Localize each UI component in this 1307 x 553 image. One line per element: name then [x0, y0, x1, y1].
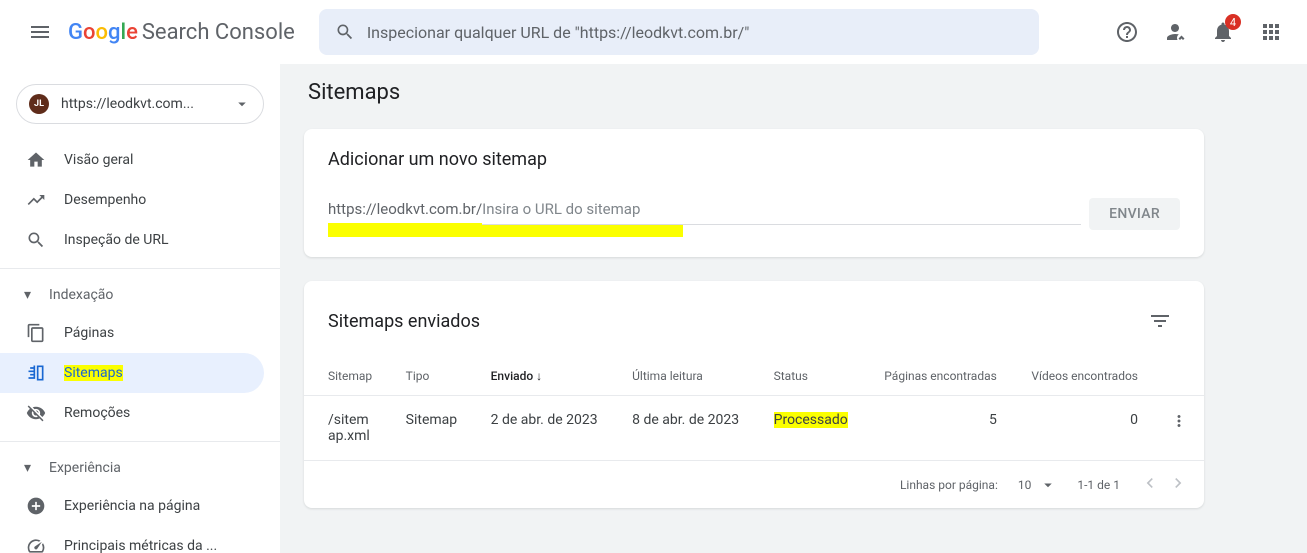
- sort-down-icon: ↓: [536, 369, 542, 383]
- page-range: 1-1 de 1: [1077, 478, 1120, 492]
- cell-videos: 0: [1013, 396, 1154, 461]
- nav-label: Desempenho: [64, 192, 146, 208]
- sidebar: JL https://leodkvt.com... Visão geral De…: [0, 64, 280, 553]
- add-sitemap-card: Adicionar um novo sitemap https://leodkv…: [304, 129, 1204, 257]
- hamburger-icon: [28, 20, 52, 44]
- nav-label: Principais métricas da ...: [64, 538, 217, 553]
- apps-grid-icon: [1259, 20, 1283, 44]
- nav-label: Inspeção de URL: [64, 232, 169, 248]
- divider: [0, 441, 280, 442]
- highlight-marker: [328, 223, 683, 237]
- chevron-right-icon: [1168, 473, 1188, 493]
- cell-status: Processado: [758, 396, 866, 461]
- col-sent-label: Enviado: [491, 369, 534, 383]
- submit-sitemap-button[interactable]: ENVIAR: [1089, 198, 1180, 230]
- divider: [0, 268, 280, 269]
- nav-url-inspection[interactable]: Inspeção de URL: [0, 220, 264, 260]
- nav-label: Visão geral: [64, 152, 133, 168]
- cell-type: Sitemap: [390, 396, 475, 461]
- section-experience[interactable]: ▾ Experiência: [0, 450, 280, 486]
- table-row[interactable]: /sitemap.xml Sitemap 2 de abr. de 2023 8…: [304, 396, 1204, 461]
- chevron-left-icon: [1140, 473, 1160, 493]
- product-name: Search Console: [142, 20, 295, 45]
- logo: Google Search Console: [68, 20, 295, 45]
- rows-value: 10: [1018, 478, 1032, 492]
- search-input[interactable]: [367, 23, 1023, 42]
- cell-last-read: 8 de abr. de 2023: [616, 396, 757, 461]
- more-vert-icon: [1170, 412, 1188, 430]
- chevron-down-icon: ▾: [24, 287, 31, 303]
- notifications-button[interactable]: 4: [1203, 12, 1243, 52]
- section-label: Experiência: [49, 460, 121, 476]
- col-sitemap[interactable]: Sitemap: [304, 357, 390, 396]
- help-icon: [1115, 20, 1139, 44]
- speed-icon: [26, 536, 46, 553]
- nav-label: Remoções: [64, 405, 130, 421]
- section-indexing[interactable]: ▾ Indexação: [0, 277, 280, 313]
- table-header-row: Sitemap Tipo Enviado ↓ Última leitura St…: [304, 357, 1204, 396]
- nav-label: Páginas: [64, 325, 114, 341]
- filter-button[interactable]: [1140, 301, 1180, 341]
- section-label: Indexação: [49, 287, 113, 303]
- chevron-down-icon: ▾: [24, 460, 31, 476]
- col-pages[interactable]: Páginas encontradas: [866, 357, 1013, 396]
- nav-pages[interactable]: Páginas: [0, 313, 264, 353]
- user-settings-icon: [1163, 20, 1187, 44]
- dropdown-triangle-icon: [1039, 476, 1057, 494]
- apps-button[interactable]: [1251, 12, 1291, 52]
- url-inspect-search[interactable]: [319, 9, 1039, 55]
- property-label: https://leodkvt.com...: [61, 96, 233, 112]
- rows-per-page-label: Linhas por página:: [900, 478, 998, 492]
- menu-button[interactable]: [16, 8, 64, 56]
- pages-icon: [26, 323, 46, 343]
- nav-sitemaps[interactable]: Sitemaps: [0, 353, 264, 393]
- nav-label: Experiência na página: [64, 498, 200, 514]
- url-prefix: https://leodkvt.com.br/: [328, 198, 482, 218]
- trend-icon: [26, 190, 46, 210]
- page-title: Sitemaps: [304, 80, 1283, 105]
- col-videos[interactable]: Vídeos encontrados: [1013, 357, 1154, 396]
- nav-removals[interactable]: Remoções: [0, 393, 264, 433]
- visibility-off-icon: [26, 403, 46, 423]
- nav-label: Sitemaps: [64, 365, 123, 381]
- col-sent[interactable]: Enviado ↓: [475, 357, 616, 396]
- rows-per-page-select[interactable]: 10: [1018, 476, 1058, 494]
- submitted-sitemaps-card: Sitemaps enviados Sitemap Tipo Enviado ↓…: [304, 281, 1204, 508]
- nav-overview[interactable]: Visão geral: [0, 140, 264, 180]
- cell-sent: 2 de abr. de 2023: [475, 396, 616, 461]
- status-badge: Processado: [774, 412, 848, 428]
- col-last-read[interactable]: Última leitura: [616, 357, 757, 396]
- nav-core-web-vitals[interactable]: Principais métricas da ...: [0, 526, 264, 553]
- dropdown-triangle-icon: [233, 95, 251, 113]
- google-logo-text: Google: [68, 20, 138, 45]
- pagination: Linhas por página: 10 1-1 de 1: [304, 461, 1204, 508]
- cell-pages: 5: [866, 396, 1013, 461]
- users-button[interactable]: [1155, 12, 1195, 52]
- notification-badge: 4: [1225, 14, 1241, 30]
- row-menu-button[interactable]: [1170, 418, 1188, 434]
- sitemap-url-input[interactable]: [482, 198, 1081, 225]
- prev-page-button[interactable]: [1140, 473, 1160, 496]
- cell-actions: [1154, 396, 1204, 461]
- filter-icon: [1148, 309, 1172, 333]
- col-actions: [1154, 357, 1204, 396]
- sitemap-icon: [26, 363, 46, 383]
- circle-plus-icon: [26, 496, 46, 516]
- col-status[interactable]: Status: [758, 357, 866, 396]
- home-icon: [26, 150, 46, 170]
- main-content: Sitemaps Adicionar um novo sitemap https…: [280, 64, 1307, 553]
- nav-page-experience[interactable]: Experiência na página: [0, 486, 264, 526]
- cell-sitemap: /sitemap.xml: [304, 396, 390, 461]
- sitemaps-table: Sitemap Tipo Enviado ↓ Última leitura St…: [304, 357, 1204, 461]
- next-page-button[interactable]: [1168, 473, 1188, 496]
- nav-performance[interactable]: Desempenho: [0, 180, 264, 220]
- magnify-icon: [26, 230, 46, 250]
- property-favicon: JL: [29, 94, 49, 114]
- add-card-title: Adicionar um novo sitemap: [328, 149, 1180, 170]
- property-selector[interactable]: JL https://leodkvt.com...: [16, 84, 264, 124]
- col-type[interactable]: Tipo: [390, 357, 475, 396]
- list-card-title: Sitemaps enviados: [328, 311, 480, 332]
- help-button[interactable]: [1107, 12, 1147, 52]
- search-icon: [335, 22, 355, 42]
